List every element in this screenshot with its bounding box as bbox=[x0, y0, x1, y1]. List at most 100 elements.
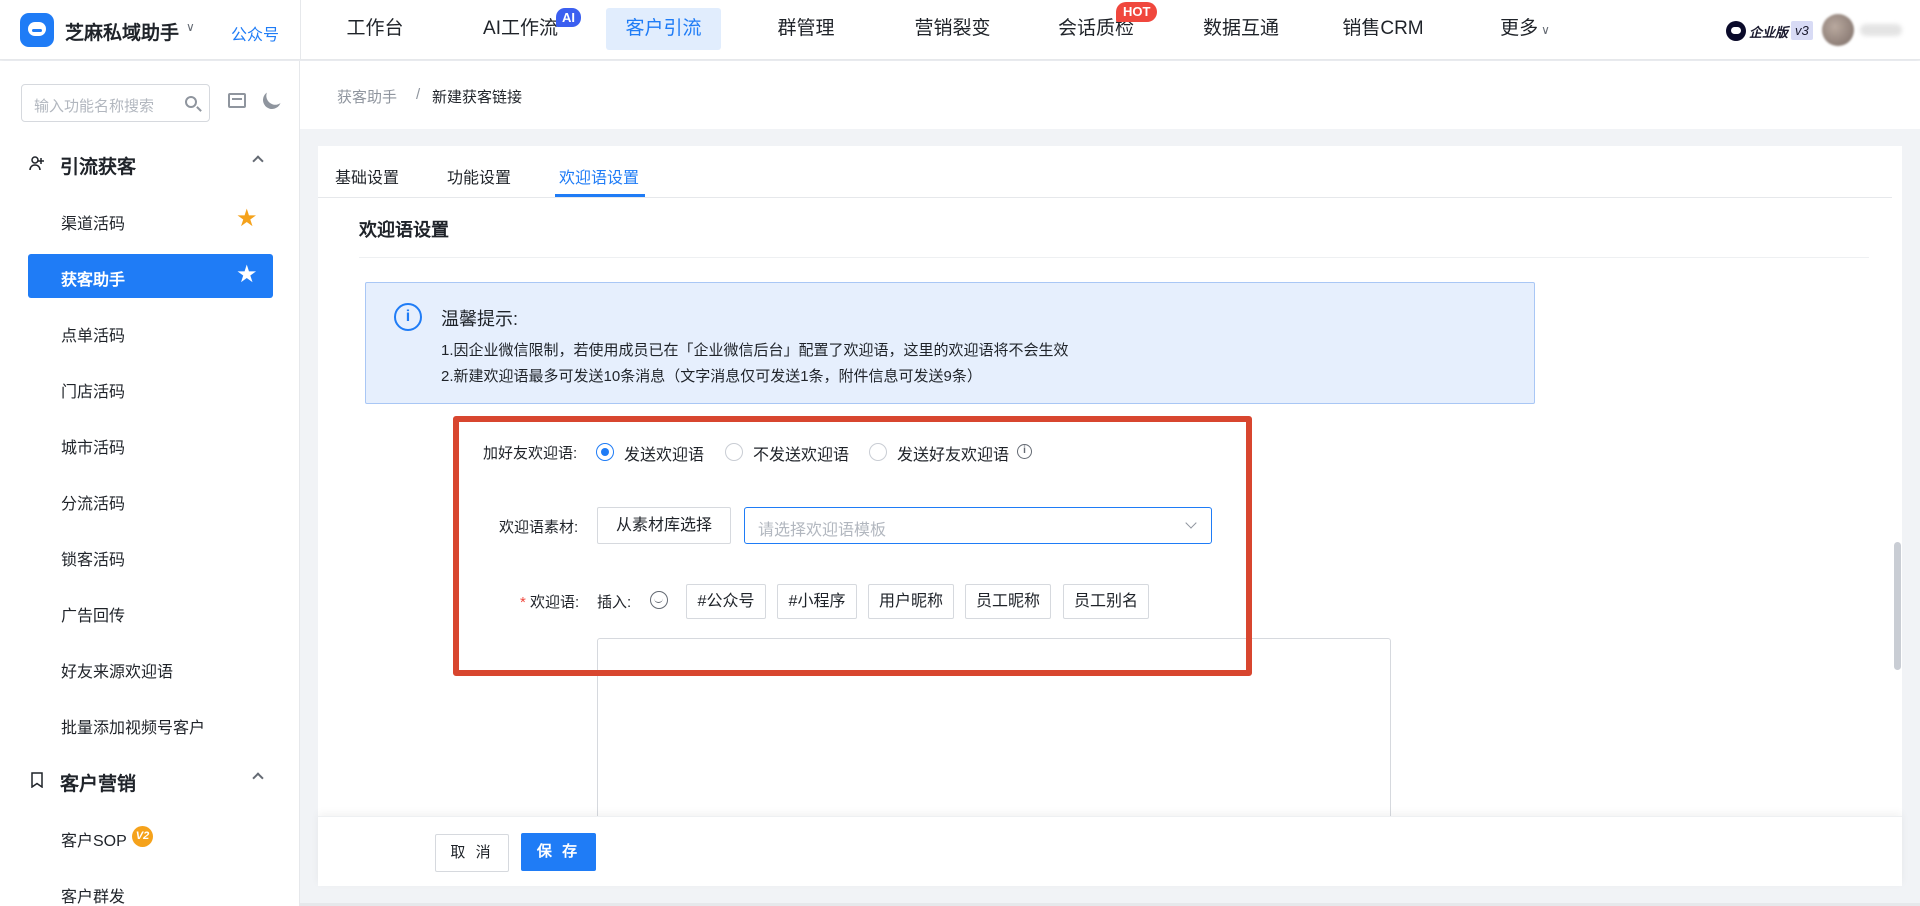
sidebar-item-customer-broadcast[interactable]: 客户群发 bbox=[28, 871, 273, 906]
gzh-link[interactable]: 公众号 bbox=[231, 21, 279, 45]
sidebar-item-label: 好友来源欢迎语 bbox=[61, 664, 174, 681]
breadcrumb: 获客助手 / 新建获客链接 bbox=[300, 61, 1920, 129]
sidebar-item-label: 城市活码 bbox=[61, 440, 126, 457]
scrollbar-thumb[interactable] bbox=[1894, 542, 1901, 670]
sidebar-group-acquisition[interactable]: 引流获客 bbox=[0, 143, 299, 183]
chevron-down-icon: ∨ bbox=[1541, 23, 1550, 37]
radio-send-welcome-label[interactable]: 发送欢迎语 bbox=[624, 441, 704, 465]
add-friend-welcome-label: 加好友欢迎语: bbox=[483, 445, 578, 462]
insert-label: 插入: bbox=[597, 594, 632, 611]
tab-divider bbox=[318, 197, 1892, 198]
nav-more[interactable]: 更多 ∨ bbox=[1490, 8, 1560, 50]
sidebar-item-label: 客户SOP bbox=[61, 833, 127, 850]
divider bbox=[300, 0, 301, 60]
sidebar-item-batch-add-video[interactable]: 批量添加视频号客户 bbox=[28, 702, 273, 746]
search-placeholder: 输入功能名称搜索 bbox=[34, 98, 155, 115]
sidebar-item-channel-code[interactable]: 渠道活码 ★ bbox=[28, 198, 273, 242]
radio-no-welcome-label[interactable]: 不发送欢迎语 bbox=[753, 441, 849, 465]
sidebar: 输入功能名称搜索 引流获客 渠道活码 ★ 获客助手 ★ 点单活码 门店活码 城市… bbox=[0, 61, 300, 906]
star-icon[interactable]: ★ bbox=[236, 207, 258, 231]
insert-user-nickname-tag[interactable]: 用户昵称 bbox=[868, 584, 954, 619]
sidebar-item-customer-sop[interactable]: 客户SOP V2 bbox=[28, 815, 273, 859]
sidebar-item-label: 门店活码 bbox=[61, 384, 126, 401]
sidebar-item-label: 渠道活码 bbox=[61, 216, 126, 233]
star-icon[interactable]: ★ bbox=[236, 263, 258, 287]
nav-data-interop[interactable]: 数据互通 bbox=[1196, 8, 1286, 50]
bookmark-icon bbox=[31, 772, 43, 788]
help-icon[interactable]: i bbox=[1017, 444, 1032, 459]
user-add-icon bbox=[29, 156, 44, 171]
sidebar-item-label: 客户群发 bbox=[61, 889, 126, 906]
radio-send-welcome[interactable] bbox=[596, 443, 614, 461]
nav-customer-acquisition[interactable]: 客户引流 bbox=[606, 8, 721, 50]
sidebar-item-lock-code[interactable]: 锁客活码 bbox=[28, 534, 273, 578]
moon-icon[interactable] bbox=[260, 88, 285, 113]
radio-friend-welcome-label[interactable]: 发送好友欢迎语 bbox=[897, 441, 1009, 465]
radio-no-welcome[interactable] bbox=[725, 443, 743, 461]
welcome-template-select[interactable]: 请选择欢迎语模板 bbox=[744, 507, 1212, 544]
emoji-icon[interactable] bbox=[650, 591, 668, 609]
sidebar-group-title: 客户营销 bbox=[60, 774, 137, 795]
breadcrumb-parent[interactable]: 获客助手 bbox=[337, 86, 397, 107]
notice-line-2: 2.新建欢迎语最多可发送10条消息（文字消息仅可发送1条，附件信息可发送9条） bbox=[441, 368, 982, 385]
search-icon[interactable] bbox=[185, 96, 197, 108]
edition-label: 企业版 bbox=[1749, 25, 1789, 40]
chevron-up-icon[interactable] bbox=[252, 772, 264, 784]
sidebar-item-ad-callback[interactable]: 广告回传 bbox=[28, 590, 273, 634]
welcome-material-label: 欢迎语素材: bbox=[499, 519, 579, 536]
section-divider bbox=[359, 257, 1869, 258]
template-placeholder: 请选择欢迎语模板 bbox=[758, 522, 887, 539]
nav-marketing-fission[interactable]: 营销裂变 bbox=[900, 8, 1005, 50]
menu-customize-icon[interactable] bbox=[228, 93, 246, 108]
avatar[interactable] bbox=[1822, 14, 1854, 46]
cancel-button[interactable]: 取 消 bbox=[435, 834, 509, 872]
sidebar-item-label: 分流活码 bbox=[61, 496, 126, 513]
sidebar-item-acquisition-assistant[interactable]: 获客助手 ★ bbox=[28, 254, 273, 298]
select-from-library-button[interactable]: 从素材库选择 bbox=[597, 507, 731, 544]
sidebar-item-friend-source-welcome[interactable]: 好友来源欢迎语 bbox=[28, 646, 273, 690]
insert-staff-alias-tag[interactable]: 员工别名 bbox=[1063, 584, 1149, 619]
enterprise-logo-icon bbox=[1726, 21, 1746, 41]
insert-gzh-tag[interactable]: #公众号 bbox=[686, 584, 766, 619]
insert-miniprogram-tag[interactable]: #小程序 bbox=[777, 584, 857, 619]
v2-badge: V2 bbox=[132, 826, 153, 847]
sidebar-item-label: 点单活码 bbox=[61, 328, 126, 345]
sidebar-item-label: 批量添加视频号客户 bbox=[61, 720, 206, 737]
sidebar-item-city-code[interactable]: 城市活码 bbox=[28, 422, 273, 466]
app-name[interactable]: 芝麻私域助手 bbox=[65, 18, 179, 45]
save-button[interactable]: 保 存 bbox=[521, 833, 596, 871]
tab-welcome-settings[interactable]: 欢迎语设置 bbox=[559, 164, 639, 188]
chevron-down-icon[interactable]: ∨ bbox=[186, 20, 195, 34]
function-search-input[interactable]: 输入功能名称搜索 bbox=[21, 84, 210, 122]
sidebar-item-label: 锁客活码 bbox=[61, 552, 126, 569]
notice-line-1: 1.因企业微信限制，若使用成员已在「企业微信后台」配置了欢迎语，这里的欢迎语将不… bbox=[441, 342, 1069, 359]
sidebar-item-order-code[interactable]: 点单活码 bbox=[28, 310, 273, 354]
sidebar-item-split-code[interactable]: 分流活码 bbox=[28, 478, 273, 522]
nav-group-management[interactable]: 群管理 bbox=[766, 8, 846, 50]
sidebar-group-customer-marketing[interactable]: 客户营销 bbox=[0, 760, 299, 800]
radio-friend-welcome[interactable] bbox=[869, 443, 887, 461]
nav-sales-crm[interactable]: 销售CRM bbox=[1338, 8, 1428, 50]
hot-badge: HOT bbox=[1116, 2, 1158, 22]
sidebar-item-label: 广告回传 bbox=[61, 608, 126, 625]
top-bar: 芝麻私域助手 ∨ 公众号 工作台 AI工作流 AI 客户引流 群管理 营销裂变 … bbox=[0, 0, 1920, 60]
user-name-blurred[interactable] bbox=[1860, 24, 1902, 36]
welcome-message-label: * 欢迎语: bbox=[520, 591, 579, 612]
chevron-down-icon bbox=[1185, 517, 1197, 529]
insert-staff-nickname-tag[interactable]: 员工昵称 bbox=[965, 584, 1051, 619]
nav-workbench[interactable]: 工作台 bbox=[335, 8, 415, 50]
tab-basic-settings[interactable]: 基础设置 bbox=[335, 164, 399, 188]
section-title: 欢迎语设置 bbox=[359, 220, 449, 240]
chevron-up-icon[interactable] bbox=[252, 155, 264, 167]
main-card: 基础设置 功能设置 欢迎语设置 欢迎语设置 i 温馨提示: 1.因企业微信限制，… bbox=[318, 146, 1902, 886]
app-logo-icon[interactable] bbox=[20, 13, 54, 47]
welcome-message-textarea[interactable] bbox=[597, 638, 1391, 838]
notice-box: i 温馨提示: 1.因企业微信限制，若使用成员已在「企业微信后台」配置了欢迎语，… bbox=[365, 282, 1535, 404]
breadcrumb-current: 新建获客链接 bbox=[432, 89, 523, 106]
breadcrumb-separator: / bbox=[416, 86, 421, 103]
ai-badge: AI bbox=[556, 8, 581, 27]
sidebar-item-label: 获客助手 bbox=[61, 272, 126, 289]
tab-function-settings[interactable]: 功能设置 bbox=[447, 164, 511, 188]
version-badge: v3 bbox=[1791, 21, 1813, 40]
sidebar-item-store-code[interactable]: 门店活码 bbox=[28, 366, 273, 410]
